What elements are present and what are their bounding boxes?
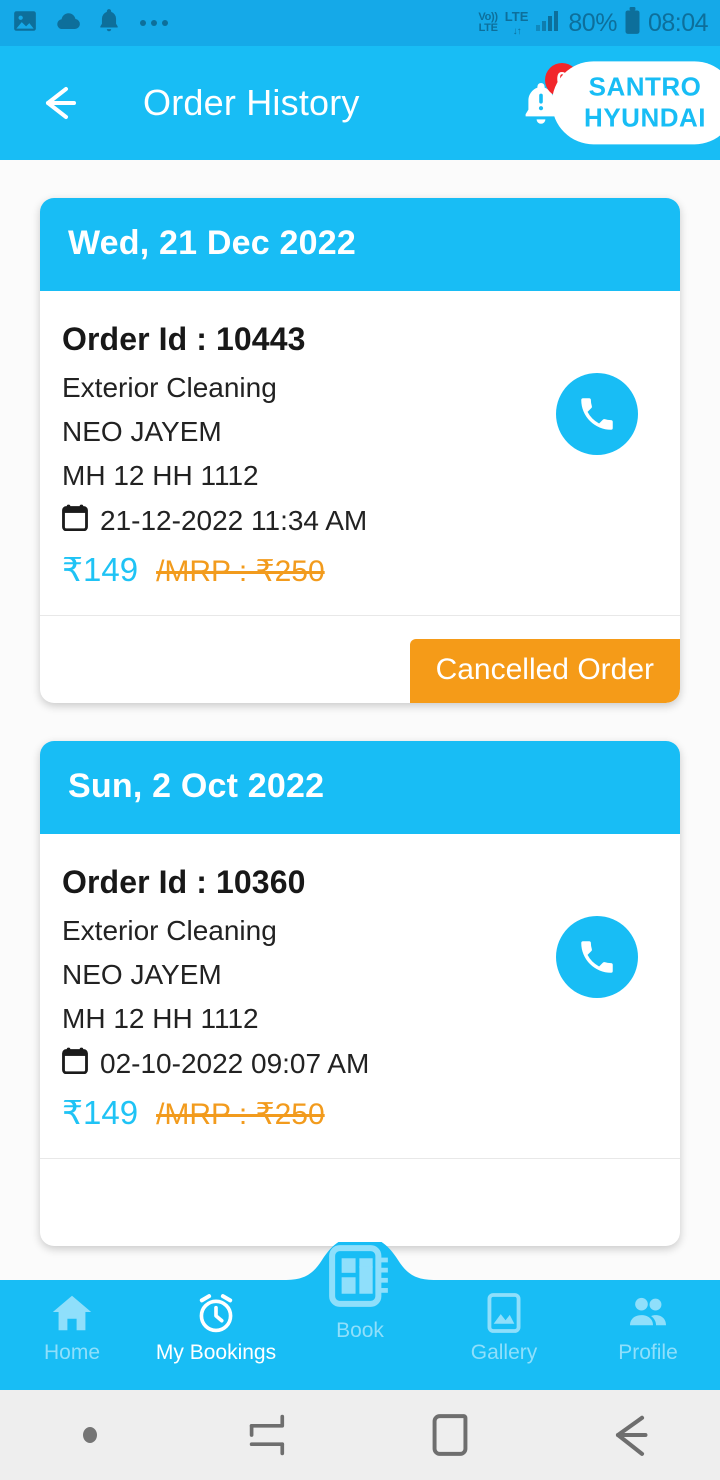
nav-item-gallery[interactable]: Gallery	[432, 1280, 576, 1365]
android-system-nav	[0, 1390, 720, 1480]
order-id-label: Order Id : 10360	[62, 864, 306, 900]
nav-item-profile[interactable]: Profile	[576, 1280, 720, 1365]
nav-label-book: Book	[336, 1319, 384, 1342]
price-row: ₹149 /MRP : ₹250	[62, 550, 652, 589]
back-button[interactable]	[34, 77, 86, 129]
order-datetime-label: 02-10-2022 09:07 AM	[100, 1048, 370, 1079]
sysnav-recents-button[interactable]	[180, 1413, 360, 1457]
dot-indicator-icon	[83, 1427, 97, 1443]
sysnav-home-button[interactable]	[360, 1411, 540, 1459]
order-card-date-header: Sun, 2 Oct 2022	[40, 741, 680, 834]
order-mrp-label: /MRP : ₹250	[156, 1098, 325, 1131]
bottom-nav-items: Home My Bookings Book Gallery Profile	[0, 1245, 720, 1390]
phone-icon	[581, 398, 613, 430]
order-datetime-row: 21-12-2022 11:34 AM	[62, 504, 652, 538]
nav-label-home: Home	[43, 1341, 101, 1364]
recents-icon	[249, 1414, 285, 1456]
sysnav-back-button[interactable]	[540, 1412, 720, 1458]
order-status-badge[interactable]: Cancelled Order	[409, 639, 680, 703]
status-bar-right-icons: Vo)) LTE LTE ↓↑ 80% 08:04	[478, 6, 709, 40]
order-id-label: Order Id : 10443	[62, 321, 306, 357]
home-square-icon	[432, 1414, 468, 1456]
bell-icon	[98, 8, 120, 39]
app-root: Vo)) LTE LTE ↓↑ 80% 08:04 Order History …	[0, 0, 720, 1480]
lte-network-icon: LTE ↓↑	[504, 9, 529, 37]
brand-line-1: SANTRO	[588, 71, 702, 102]
calendar-icon	[62, 1047, 88, 1081]
order-card-body: Order Id : 10360 Exterior Cleaning NEO J…	[40, 834, 680, 1158]
battery-icon	[624, 6, 641, 40]
order-datetime-label: 21-12-2022 11:34 AM	[100, 505, 368, 536]
order-card-footer: Cancelled Order	[40, 615, 680, 703]
nav-label-profile: Profile	[618, 1341, 678, 1364]
more-dots-icon	[140, 20, 168, 26]
nav-item-book[interactable]: Book	[288, 1238, 432, 1343]
price-row: ₹149 /MRP : ₹250	[62, 1093, 652, 1132]
phone-icon	[581, 941, 613, 973]
nav-label-gallery: Gallery	[470, 1341, 538, 1364]
call-button[interactable]	[556, 916, 638, 998]
cloud-icon	[54, 10, 82, 37]
app-bar: Order History 0 SANTRO HYUNDAI	[0, 46, 720, 160]
volte-icon: Vo)) LTE	[478, 11, 498, 34]
people-icon	[629, 1297, 667, 1326]
vehicle-number-label: MH 12 HH 1112	[62, 1003, 259, 1034]
os-status-bar: Vo)) LTE LTE ↓↑ 80% 08:04	[0, 0, 720, 46]
order-datetime-row: 02-10-2022 09:07 AM	[62, 1047, 652, 1081]
order-card-footer	[40, 1158, 680, 1246]
status-bar-left-icons	[12, 8, 168, 39]
order-price-label: ₹149	[62, 551, 139, 588]
sysnav-dot-indicator[interactable]	[0, 1427, 180, 1443]
image-frame-icon	[487, 1293, 521, 1333]
clock-label: 08:04	[647, 8, 709, 37]
order-card[interactable]: Wed, 21 Dec 2022 Order Id : 10443 Exteri…	[40, 198, 680, 703]
brand-line-2: HYUNDAI	[584, 102, 706, 132]
order-history-list[interactable]: Wed, 21 Dec 2022 Order Id : 10443 Exteri…	[0, 160, 720, 1282]
home-icon	[52, 1295, 92, 1331]
call-button[interactable]	[556, 373, 638, 455]
order-price-label: ₹149	[62, 1094, 139, 1131]
order-date-label: Wed, 21 Dec 2022	[68, 224, 356, 262]
nav-item-home[interactable]: Home	[0, 1280, 144, 1365]
battery-percent-label: 80%	[568, 8, 617, 37]
brand-chip[interactable]: SANTRO HYUNDAI	[552, 61, 720, 145]
order-card-body: Order Id : 10443 Exterior Cleaning NEO J…	[40, 291, 680, 615]
calendar-icon	[62, 504, 88, 538]
vehicle-number-label: MH 12 HH 1112	[62, 460, 259, 491]
alarm-clock-icon	[199, 1294, 233, 1333]
notebook-icon	[329, 1245, 388, 1307]
page-title: Order History	[143, 82, 360, 123]
order-mrp-label: /MRP : ₹250	[156, 555, 325, 588]
signal-bars-icon	[535, 10, 561, 37]
nav-label-my-bookings: My Bookings	[155, 1341, 277, 1364]
nav-item-my-bookings[interactable]: My Bookings	[144, 1280, 288, 1365]
order-card[interactable]: Sun, 2 Oct 2022 Order Id : 10360 Exterio…	[40, 741, 680, 1246]
order-card-date-header: Wed, 21 Dec 2022	[40, 198, 680, 291]
back-icon	[615, 1415, 648, 1456]
order-date-label: Sun, 2 Oct 2022	[68, 767, 325, 805]
image-icon	[12, 8, 38, 39]
